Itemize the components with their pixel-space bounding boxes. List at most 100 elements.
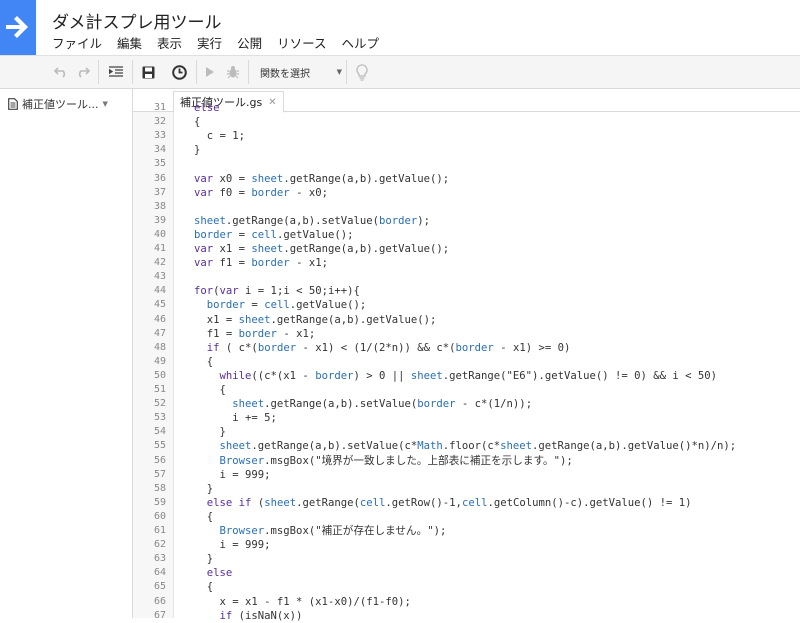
line-number: 43 xyxy=(153,271,166,283)
menu-item[interactable]: ヘルプ xyxy=(341,33,379,52)
app-header: ダメ計スプレ用ツール ファイル 編集 表示 実行 公開 リソース ヘルプ xyxy=(0,0,800,56)
code-text[interactable]: var f1 = border - x1; xyxy=(194,256,328,270)
code-text[interactable]: } xyxy=(194,482,213,496)
code-text[interactable]: } xyxy=(194,143,200,157)
code-line: 34} xyxy=(133,143,800,157)
code-text[interactable]: var x1 = sheet.getRange(a,b).getValue(); xyxy=(194,242,449,256)
code-text[interactable]: Browser.msgBox("境界が一致しました。上部表に補正を示します。")… xyxy=(194,454,573,468)
code-line: 59 else if (sheet.getRange(cell.getRow()… xyxy=(133,496,800,510)
line-number: 52 xyxy=(153,398,166,410)
project-title[interactable]: ダメ計スプレ用ツール xyxy=(52,8,222,33)
code-line: 67 if (isNaN(x)) xyxy=(133,609,800,623)
line-number: 54 xyxy=(153,426,166,438)
menu-item[interactable]: 実行 xyxy=(197,33,222,52)
function-select[interactable]: 関数を選択 ▼ xyxy=(254,62,346,82)
code-text[interactable]: if (isNaN(x)) xyxy=(194,609,303,623)
code-line: 55 sheet.getRange(a,b).setValue(c*Math.f… xyxy=(133,439,800,453)
menu-item[interactable]: リソース xyxy=(277,33,326,52)
line-number: 59 xyxy=(153,496,166,508)
hint-button[interactable] xyxy=(352,61,372,83)
code-text[interactable]: { xyxy=(194,580,213,594)
save-icon xyxy=(142,66,154,78)
save-button[interactable] xyxy=(138,61,158,83)
code-line: 60 { xyxy=(133,510,800,524)
code-line: 56 Browser.msgBox("境界が一致しました。上部表に補正を示します… xyxy=(133,454,800,468)
code-text[interactable]: sheet.getRange(a,b).setValue(c*Math.floo… xyxy=(194,439,737,453)
code-text[interactable]: else xyxy=(194,101,220,115)
line-number: 48 xyxy=(153,341,166,353)
code-text[interactable]: if ( c*(border - x1) < (1/(2*n)) && c*(b… xyxy=(194,341,571,355)
code-line: 51 { xyxy=(133,383,800,397)
line-number: 67 xyxy=(153,609,166,621)
code-text[interactable]: Browser.msgBox("補正が存在しません。"); xyxy=(194,524,447,538)
line-number: 56 xyxy=(153,454,166,466)
function-select-label: 関数を選択 xyxy=(260,68,310,80)
line-number: 34 xyxy=(153,144,166,156)
menu-item[interactable]: 表示 xyxy=(157,33,182,52)
line-number: 40 xyxy=(153,228,166,240)
run-button[interactable] xyxy=(202,61,218,83)
menu-item[interactable]: 公開 xyxy=(237,33,262,52)
debug-icon xyxy=(227,66,239,79)
script-logo[interactable] xyxy=(0,0,36,55)
undo-button[interactable] xyxy=(52,61,70,83)
menu-item[interactable]: 編集 xyxy=(117,33,142,52)
arrow-right-icon xyxy=(6,16,28,38)
file-item[interactable]: 補正値ツール... ▼ xyxy=(8,95,128,113)
code-text[interactable]: x = x1 - f1 * (x1-x0)/(f1-f0); xyxy=(194,595,411,609)
code-line: 31 else xyxy=(133,101,800,115)
line-number: 50 xyxy=(153,369,166,381)
code-text[interactable]: var f0 = border - x0; xyxy=(194,186,328,200)
menu-bar: ファイル 編集 表示 実行 公開 リソース ヘルプ xyxy=(52,33,394,52)
chevron-down-icon[interactable]: ▼ xyxy=(103,100,108,108)
line-number: 62 xyxy=(153,539,166,551)
code-text[interactable]: var x0 = sheet.getRange(a,b).getValue(); xyxy=(194,172,449,186)
line-number: 44 xyxy=(153,285,166,297)
redo-button[interactable] xyxy=(74,61,92,83)
code-text[interactable]: for(var i = 1;i < 50;i++){ xyxy=(194,284,360,298)
toolbar-divider xyxy=(346,60,347,84)
code-text[interactable]: border = cell.getValue(); xyxy=(194,298,366,312)
line-number: 36 xyxy=(153,172,166,184)
code-text[interactable]: border = cell.getValue(); xyxy=(194,228,353,242)
code-text[interactable]: { xyxy=(194,115,200,129)
file-icon xyxy=(8,98,18,110)
code-line: 44 for(var i = 1;i < 50;i++){ xyxy=(133,284,800,298)
code-text[interactable]: } xyxy=(194,552,213,566)
code-text[interactable]: sheet.getRange(a,b).setValue(border - c*… xyxy=(194,397,532,411)
toolbar-divider xyxy=(196,60,197,84)
line-number: 64 xyxy=(153,567,166,579)
code-text[interactable]: i += 5; xyxy=(194,411,277,425)
menu-item[interactable]: ファイル xyxy=(52,33,102,52)
code-text[interactable]: x1 = sheet.getRange(a,b).getValue(); xyxy=(194,313,437,327)
line-number: 31 xyxy=(153,102,166,113)
code-text[interactable]: i = 999; xyxy=(194,538,271,552)
line-number: 41 xyxy=(153,243,166,254)
triggers-button[interactable] xyxy=(168,61,190,83)
code-text[interactable]: f1 = border - x1; xyxy=(194,327,315,341)
code-line: 54 } xyxy=(133,425,800,439)
indent-button[interactable] xyxy=(106,61,126,83)
code-text[interactable]: } xyxy=(194,425,226,439)
line-number: 55 xyxy=(153,440,166,452)
code-line: 50 while((c*(x1 - border) > 0 || sheet.g… xyxy=(133,369,800,383)
code-text[interactable]: sheet.getRange(a,b).setValue(border); xyxy=(194,214,430,228)
code-line: 35 xyxy=(133,157,800,171)
code-text[interactable]: { xyxy=(194,510,213,524)
line-number: 49 xyxy=(153,355,166,367)
line-number: 37 xyxy=(153,186,166,198)
code-text[interactable]: i = 999; xyxy=(194,468,271,482)
code-text[interactable]: else if (sheet.getRange(cell.getRow()-1,… xyxy=(194,496,692,510)
debug-button[interactable] xyxy=(224,61,242,83)
code-text[interactable]: c = 1; xyxy=(194,129,245,143)
code-text[interactable]: while((c*(x1 - border) > 0 || sheet.getR… xyxy=(194,369,718,383)
code-text[interactable]: { xyxy=(194,383,226,397)
code-line: 43 xyxy=(133,270,800,284)
line-number: 51 xyxy=(153,384,166,395)
code-line: 61 Browser.msgBox("補正が存在しません。"); xyxy=(133,524,800,538)
code-line: 65 { xyxy=(133,580,800,594)
code-text[interactable]: { xyxy=(194,355,213,369)
code-text[interactable]: else xyxy=(194,566,233,580)
line-number: 33 xyxy=(153,130,166,142)
code-line: 46 x1 = sheet.getRange(a,b).getValue(); xyxy=(133,313,800,327)
